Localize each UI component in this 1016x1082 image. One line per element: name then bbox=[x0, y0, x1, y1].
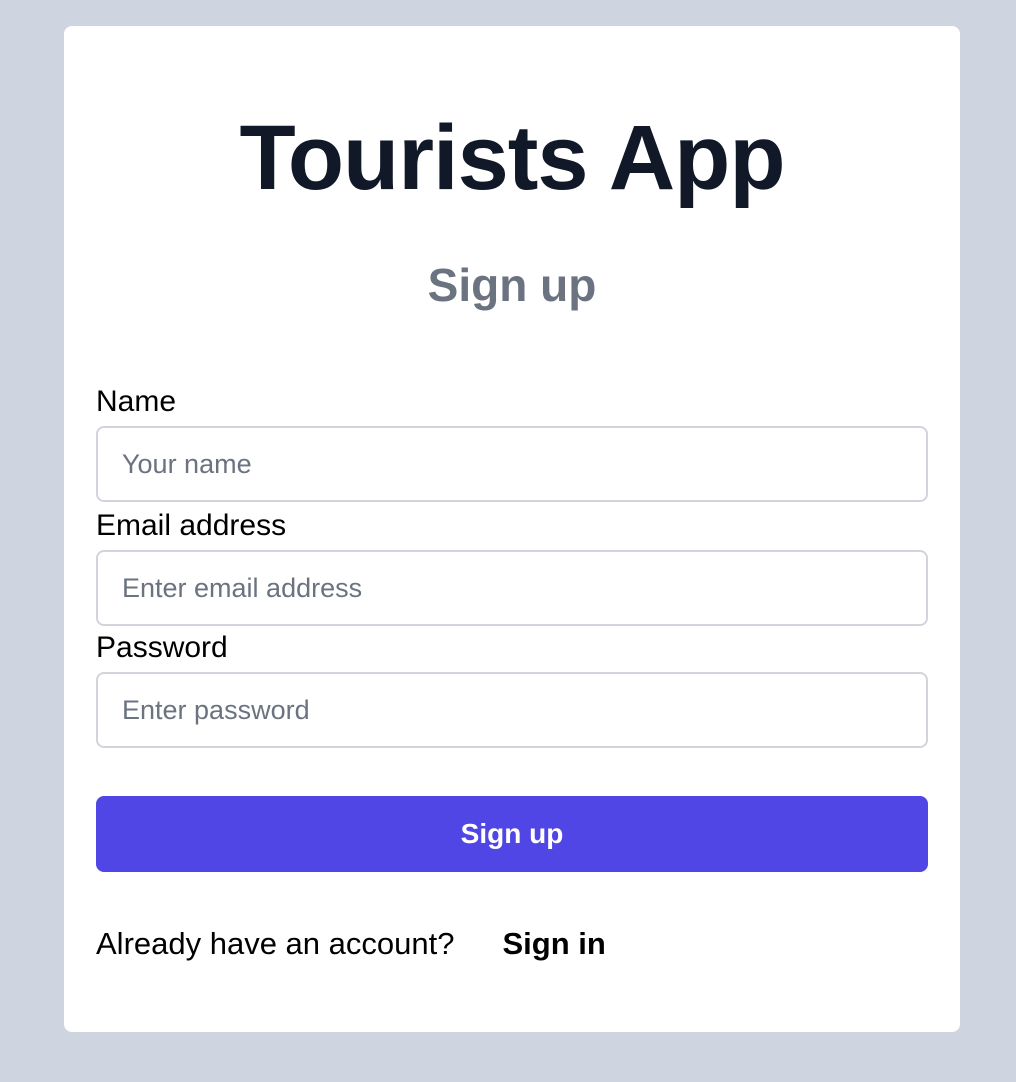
signin-link[interactable]: Sign in bbox=[502, 926, 605, 962]
password-label: Password bbox=[96, 631, 228, 664]
email-label: Email address bbox=[96, 509, 287, 542]
signup-card: Tourists App Sign up Name Email address … bbox=[64, 26, 960, 1032]
app-title: Tourists App bbox=[239, 107, 785, 209]
form-title: Sign up bbox=[427, 259, 597, 311]
signup-button[interactable]: Sign up bbox=[96, 796, 928, 872]
name-input[interactable] bbox=[96, 426, 928, 502]
password-input[interactable] bbox=[96, 672, 928, 748]
name-label: Name bbox=[96, 385, 177, 418]
signin-prompt: Already have an account? Sign in bbox=[96, 924, 606, 964]
account-question: Already have an account? bbox=[96, 926, 455, 961]
email-input[interactable] bbox=[96, 550, 928, 626]
